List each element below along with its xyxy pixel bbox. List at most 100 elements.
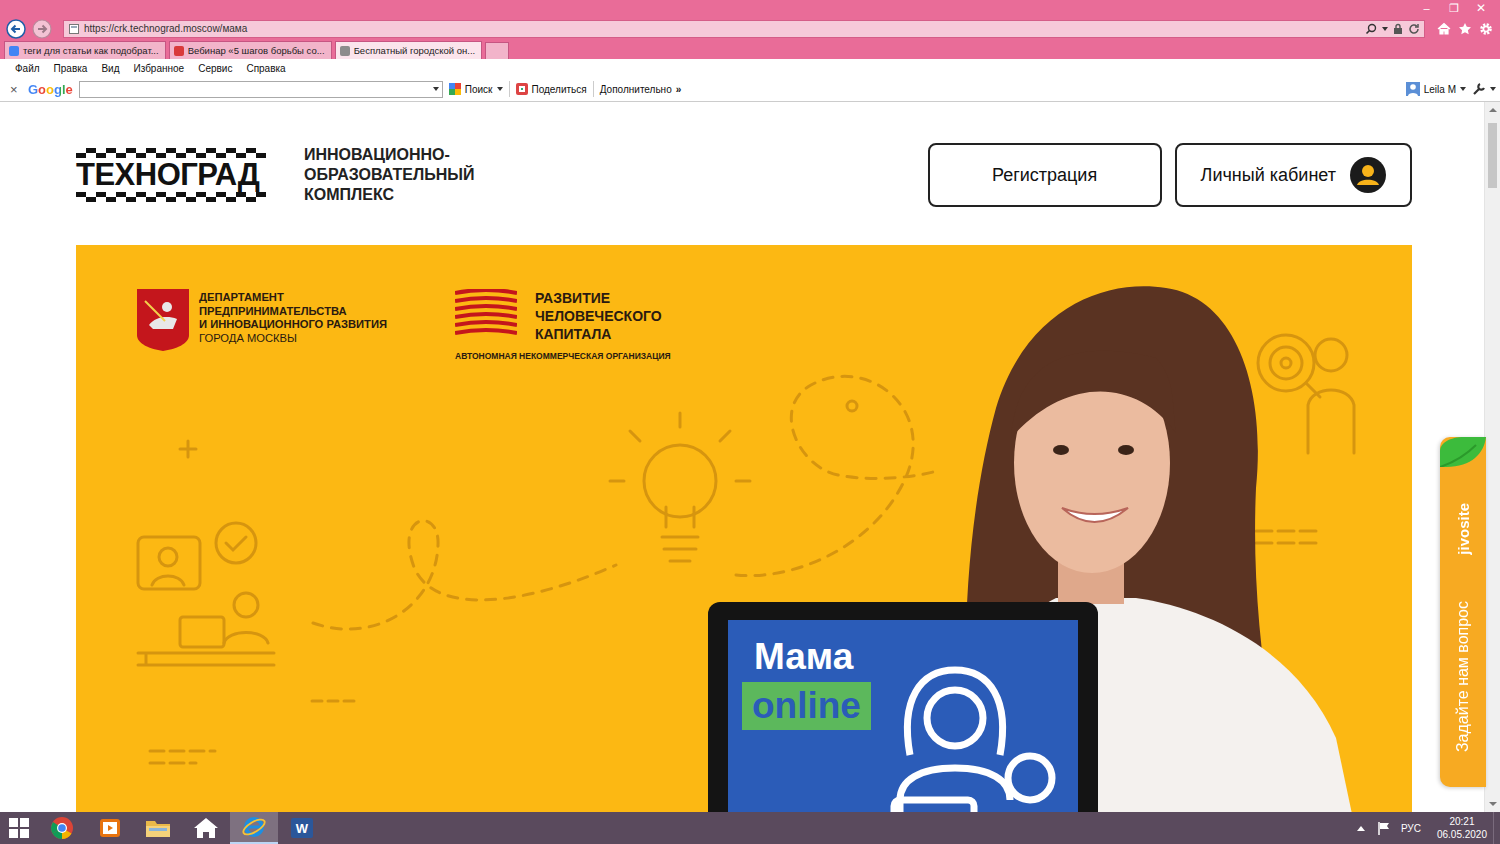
dropdown-icon[interactable] [433, 87, 439, 91]
tools-button[interactable] [1472, 82, 1496, 96]
partner-logo[interactable]: РАЗВИТИЕЧЕЛОВЕЧЕСКОГОКАПИТАЛА АВТОНОМНАЯ… [455, 289, 671, 361]
folder-icon [145, 816, 171, 840]
share-icon [516, 83, 528, 95]
lock-icon[interactable] [1393, 23, 1403, 35]
menu-item[interactable]: Избранное [133, 63, 184, 74]
scroll-up-icon[interactable] [1489, 108, 1497, 112]
google-search-icon [449, 83, 461, 95]
action-center-flag-icon[interactable] [1377, 821, 1391, 835]
tray-expand-icon[interactable] [1357, 826, 1365, 831]
desktop: –❐✕ https://crk.technograd.moscow/мама т… [0, 0, 1500, 844]
forward-button[interactable] [32, 19, 52, 39]
menu-bar: Файл Правка Вид Избранное Сервис Справка [0, 59, 1500, 77]
google-search-field[interactable] [79, 81, 443, 98]
windows-icon [9, 818, 29, 838]
title-bar: –❐✕ [0, 0, 1500, 20]
start-button[interactable] [0, 812, 38, 844]
stripes-logo-icon [455, 289, 517, 341]
browser-tab[interactable]: Бесплатный городской он... [335, 41, 483, 59]
hero-banner: ДЕПАРТАМЕНТПРЕДПРИНИМАТЕЛЬСТВАИ ИННОВАЦИ… [76, 245, 1412, 812]
menu-item[interactable]: Сервис [198, 63, 232, 74]
user-icon [1406, 82, 1420, 96]
favicon-icon [9, 46, 19, 56]
share-button[interactable]: Поделиться [516, 83, 587, 95]
show-desktop-button[interactable] [1493, 812, 1500, 844]
vertical-scrollbar[interactable] [1484, 102, 1500, 812]
laptop: Мама online [708, 602, 1098, 812]
taskbar-app[interactable] [134, 812, 182, 844]
search-button[interactable]: Поиск [449, 83, 503, 95]
google-logo: Google [28, 82, 73, 97]
screen-title: Мама [742, 636, 853, 678]
new-tab-button[interactable] [485, 42, 509, 59]
toolbar-close-button[interactable]: × [10, 82, 22, 97]
taskbar-app[interactable]: W [278, 812, 326, 844]
star-icon[interactable] [1458, 22, 1472, 36]
back-arrow-icon [6, 19, 26, 39]
user-menu[interactable]: Leila M [1406, 82, 1466, 96]
dropdown-icon[interactable] [1382, 27, 1388, 31]
forward-arrow-icon [32, 19, 52, 39]
house-icon [193, 816, 219, 840]
gear-icon[interactable] [1479, 22, 1493, 36]
google-toolbar: × Google Поиск Поделиться Дополнительно … [0, 77, 1500, 102]
word-icon: W [291, 818, 313, 838]
partner-logo[interactable]: ДЕПАРТАМЕНТПРЕДПРИНИМАТЕЛЬСТВАИ ИННОВАЦИ… [137, 289, 455, 351]
browser-tab[interactable]: Вебинар «5 шагов борьбы со... [169, 41, 332, 59]
mother-child-icon [880, 660, 1070, 812]
screen-badge: online [742, 682, 871, 730]
input-language[interactable]: РУС [1401, 823, 1421, 834]
technograd-logo: ТЕХНОГРАД [76, 148, 266, 202]
address-text: https://crk.technograd.moscow/мама [84, 23, 1361, 34]
logo-checker-icon [76, 148, 266, 158]
home-icon[interactable] [1437, 22, 1451, 36]
window-control[interactable]: ❐ [1440, 0, 1467, 16]
menu-item[interactable]: Вид [101, 63, 119, 74]
favicon-icon [174, 46, 184, 56]
dropdown-icon [1490, 87, 1496, 91]
register-button[interactable]: Регистрация [928, 143, 1162, 207]
moscow-emblem-icon [137, 289, 189, 351]
menu-item[interactable]: Файл [15, 63, 40, 74]
dropdown-icon [1460, 87, 1466, 91]
search-icon[interactable] [1365, 23, 1377, 35]
dropdown-icon [497, 87, 503, 91]
chrome-icon [50, 816, 74, 840]
tab-strip: теги для статьи как подобрат... Вебинар … [0, 39, 1500, 59]
menu-item[interactable]: Правка [54, 63, 88, 74]
scroll-down-icon[interactable] [1489, 802, 1497, 806]
laptop-screen: Мама online [728, 620, 1078, 812]
tab-label: теги для статьи как подобрат... [23, 45, 159, 56]
chat-label: Задайте нам вопрос [1454, 601, 1472, 752]
back-button[interactable] [6, 19, 26, 39]
internet-explorer-icon [241, 814, 267, 840]
tab-label: Бесплатный городской он... [354, 45, 476, 56]
logo-checker-icon [76, 192, 266, 202]
scroll-thumb[interactable] [1488, 123, 1497, 188]
tagline: ИННОВАЦИОННО-ОБРАЗОВАТЕЛЬНЫЙКОМПЛЕКС [304, 145, 474, 205]
taskbar-app[interactable] [38, 812, 86, 844]
brand[interactable]: ТЕХНОГРАД ИННОВАЦИОННО-ОБРАЗОВАТЕЛЬНЫЙКО… [76, 145, 474, 205]
browser-tab[interactable]: теги для статьи как подобрат... [4, 41, 166, 59]
more-button[interactable]: Дополнительно » [600, 84, 682, 95]
window-control[interactable]: – [1413, 0, 1440, 16]
chat-brand: jivosite [1455, 503, 1472, 555]
leaf-icon [1440, 437, 1486, 467]
browser-window: –❐✕ https://crk.technograd.moscow/мама т… [0, 0, 1500, 812]
taskbar-app[interactable] [230, 812, 278, 844]
tab-label: Вебинар «5 шагов борьбы со... [188, 45, 325, 56]
address-bar[interactable]: https://crk.technograd.moscow/мама [63, 20, 1425, 38]
web-page: ТЕХНОГРАД ИННОВАЦИОННО-ОБРАЗОВАТЕЛЬНЫЙКО… [0, 102, 1484, 812]
menu-item[interactable]: Справка [246, 63, 285, 74]
taskbar-app[interactable] [182, 812, 230, 844]
chat-widget[interactable]: jivosite Задайте нам вопрос [1440, 437, 1486, 787]
avatar-icon [1350, 157, 1386, 193]
window-control[interactable]: ✕ [1467, 0, 1494, 16]
taskbar: W РУС 20:21 06.05.2020 [0, 812, 1500, 844]
account-button[interactable]: Личный кабинет [1175, 143, 1412, 207]
refresh-icon[interactable] [1408, 23, 1420, 35]
page-viewport: ТЕХНОГРАД ИННОВАЦИОННО-ОБРАЗОВАТЕЛЬНЫЙКО… [0, 102, 1500, 812]
address-row: https://crk.technograd.moscow/мама [0, 18, 1500, 39]
clock[interactable]: 20:21 06.05.2020 [1431, 815, 1493, 841]
taskbar-app[interactable] [86, 812, 134, 844]
